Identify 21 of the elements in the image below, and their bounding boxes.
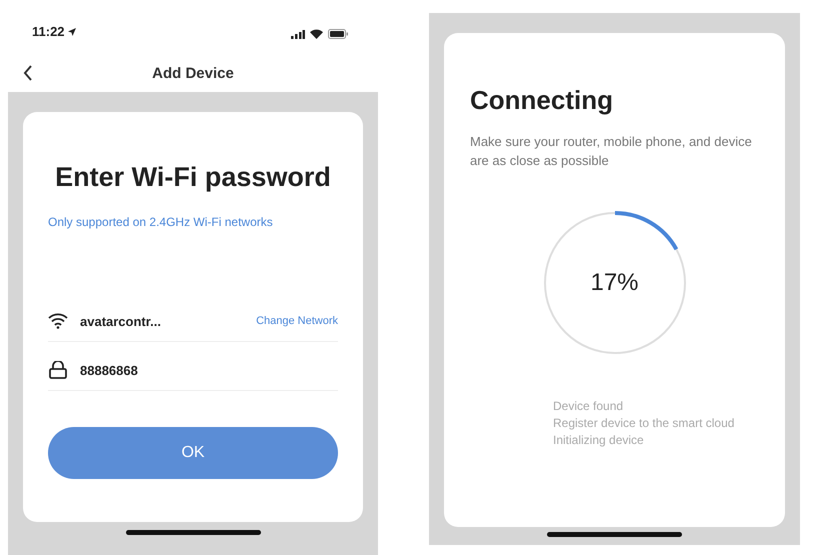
back-icon[interactable] [22, 64, 34, 82]
wifi-status-icon [310, 29, 323, 39]
password-field[interactable]: 88886868 [80, 362, 338, 378]
ok-button[interactable]: OK [48, 427, 338, 479]
lock-icon [48, 361, 68, 379]
instruction-text: Make sure your router, mobile phone, and device are as close as possible [470, 133, 753, 170]
wifi-icon [48, 313, 68, 329]
location-arrow-icon [68, 28, 76, 36]
progress-percent: 17% [590, 269, 639, 297]
step-text: Initializing device [553, 432, 645, 449]
network-name: avatarcontr... [80, 314, 162, 328]
step-text: Register device to the smart cloud [553, 415, 736, 432]
status-time: 11:22 [32, 24, 65, 39]
screen-title: Connecting [470, 85, 614, 116]
battery-icon [328, 29, 348, 39]
change-network-link[interactable]: Change Network [256, 315, 338, 327]
step-text: Device found [553, 398, 624, 415]
nav-title: Add Device [152, 65, 234, 82]
signal-icon [291, 30, 305, 38]
network-note: Only supported on 2.4GHz Wi-Fi networks [48, 215, 274, 229]
card-title: Enter Wi-Fi password [54, 162, 332, 193]
